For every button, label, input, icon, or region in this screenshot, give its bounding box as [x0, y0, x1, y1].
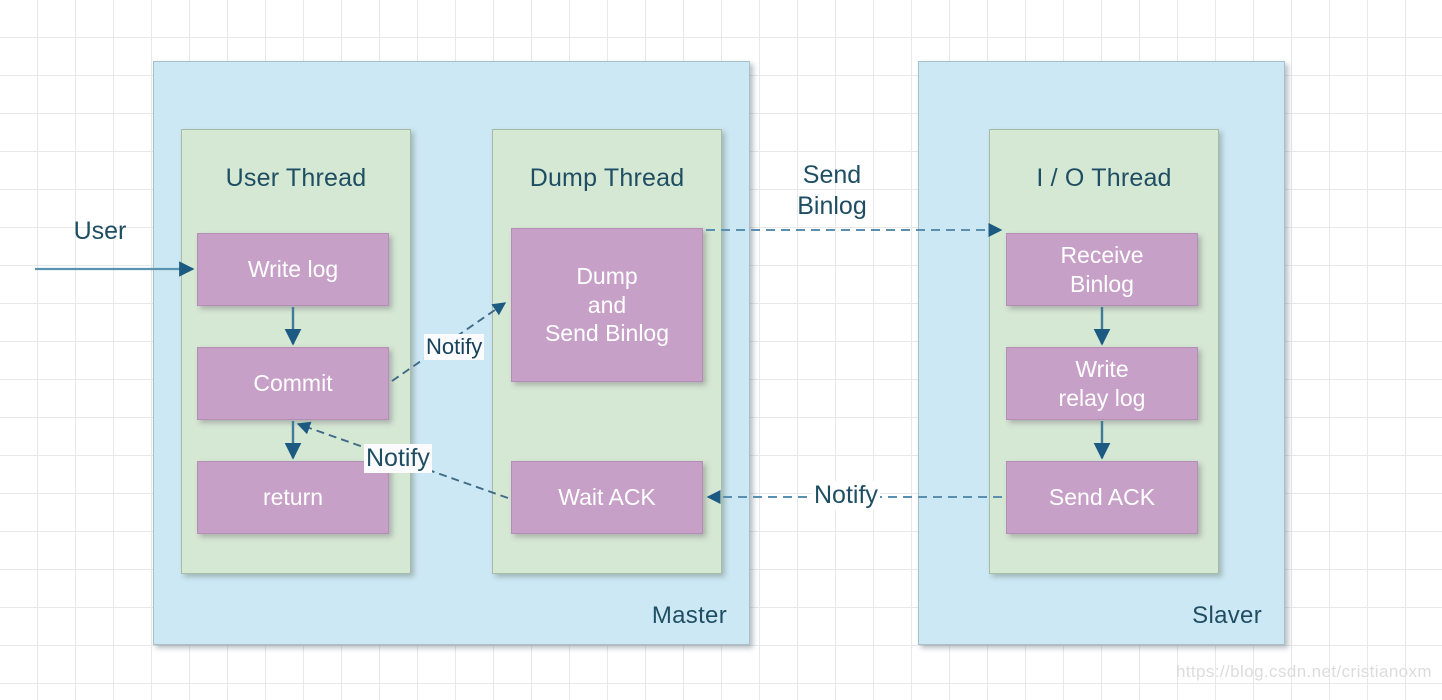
step-commit[interactable]: Commit — [197, 347, 389, 420]
io-thread-title: I / O Thread — [1036, 164, 1172, 192]
user-label: User — [73, 217, 127, 245]
step-receive-binlog-label: Receive Binlog — [1060, 241, 1144, 297]
notify-label-waitack-to-commit: Notify — [364, 444, 432, 473]
step-write-log[interactable]: Write log — [197, 233, 389, 306]
step-write-log-label: Write log — [247, 256, 339, 283]
step-send-ack-label: Send ACK — [1048, 484, 1156, 511]
step-dump-and-send-binlog-label: Dump and Send Binlog — [544, 262, 670, 347]
notify-label-ack: Notify — [812, 481, 880, 510]
step-receive-binlog[interactable]: Receive Binlog — [1006, 233, 1198, 306]
dump-thread-title: Dump Thread — [529, 164, 685, 192]
step-send-ack[interactable]: Send ACK — [1006, 461, 1198, 534]
step-return-label: return — [262, 484, 324, 511]
notify-label-commit-to-dump: Notify — [424, 334, 485, 360]
step-wait-ack[interactable]: Wait ACK — [511, 461, 703, 534]
step-return[interactable]: return — [197, 461, 389, 534]
step-write-relay-log[interactable]: Write relay log — [1006, 347, 1198, 420]
user-thread-title: User Thread — [225, 164, 367, 192]
master-label: Master — [651, 602, 727, 629]
watermark: https://blog.csdn.net/cristianoxm — [1175, 662, 1432, 681]
slaver-label: Slaver — [1192, 602, 1262, 629]
step-write-relay-log-label: Write relay log — [1058, 355, 1146, 411]
send-binlog-label: Send Binlog — [797, 161, 867, 220]
step-wait-ack-label: Wait ACK — [558, 484, 656, 511]
diagram-canvas: Master User Thread Write log Commit retu… — [0, 0, 1442, 700]
step-dump-and-send-binlog[interactable]: Dump and Send Binlog — [511, 228, 703, 382]
step-commit-label: Commit — [253, 370, 333, 397]
